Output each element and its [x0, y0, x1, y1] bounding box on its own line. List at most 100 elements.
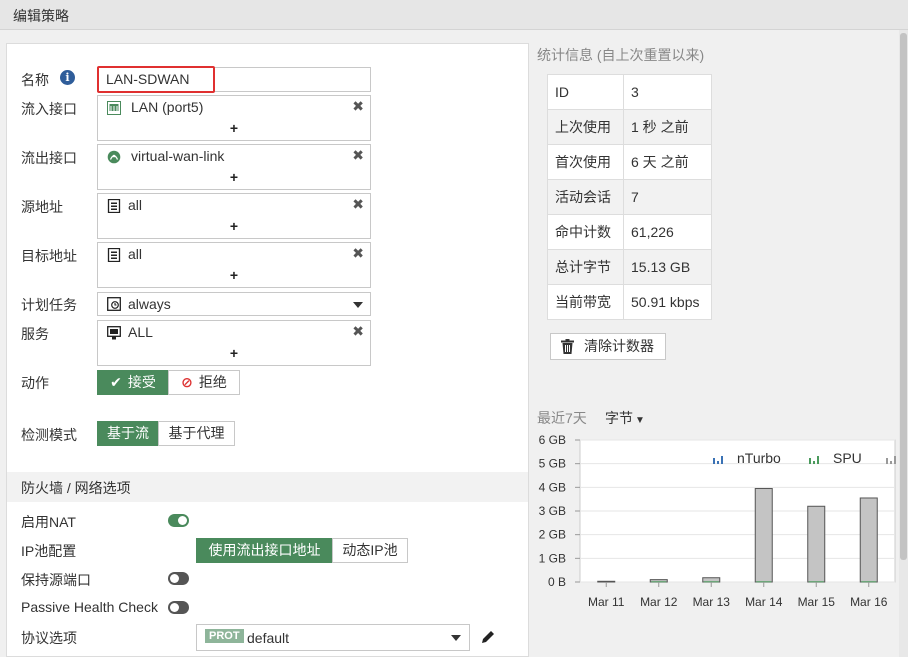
source-address-label: 源地址: [21, 199, 63, 215]
x-tick-label: Mar 14: [745, 595, 783, 609]
add-icon[interactable]: +: [98, 267, 370, 283]
add-icon[interactable]: +: [98, 169, 370, 185]
action-label: 动作: [21, 375, 49, 391]
nat-toggle[interactable]: [168, 514, 189, 527]
legend-more-icon: [890, 461, 892, 464]
y-tick-label: 1 GB: [539, 551, 566, 565]
incoming-interface-value: LAN (port5): [131, 99, 204, 115]
stat-value: 50.91 kbps: [623, 284, 712, 320]
deny-icon: ⊘: [181, 374, 193, 390]
protocol-options-label: 协议选项: [21, 630, 77, 646]
schedule-select[interactable]: always: [97, 292, 371, 316]
stat-value: 15.13 GB: [623, 249, 712, 285]
clear-counters-button[interactable]: 清除计数器: [550, 333, 666, 360]
service-value: ALL: [128, 324, 153, 340]
stats-title: 统计信息 (自上次重置以来): [537, 47, 705, 63]
legend-nturbo-label: nTurbo: [737, 450, 781, 466]
y-tick-label: 6 GB: [539, 433, 566, 447]
source-address-value: all: [128, 197, 143, 213]
incoming-interface-label: 流入接口: [21, 101, 77, 117]
schedule-value: always: [128, 296, 171, 312]
protocol-options-select[interactable]: PROT default: [196, 624, 470, 651]
stat-value: 6 天 之前: [623, 144, 712, 180]
service-field[interactable]: ALL ✖ +: [97, 320, 371, 366]
stat-key: 上次使用: [547, 109, 624, 145]
service-label: 服务: [21, 326, 49, 342]
edit-pencil-icon[interactable]: [480, 629, 496, 645]
remove-icon[interactable]: ✖: [352, 323, 364, 340]
traffic-chart: 0 B 1 GB 2 GB 3 GB 4 GB 5 GB 6 GB Mar 11 Mar 12 M…: [539, 433, 896, 609]
address-icon: [107, 248, 121, 262]
x-tick-label: Mar 15: [798, 595, 836, 609]
passive-health-label: Passive Health Check: [21, 599, 158, 615]
action-accept-label: 接受: [127, 374, 156, 390]
stat-key: 当前带宽: [547, 284, 624, 320]
firewall-section-header: 防火墙 / 网络选项: [7, 472, 528, 502]
x-tick-label: Mar 11: [588, 595, 625, 609]
table-row: ID 3: [547, 74, 712, 110]
add-icon[interactable]: +: [98, 120, 370, 136]
legend-spu-icon: [817, 456, 819, 464]
stat-key: 首次使用: [547, 144, 624, 180]
check-icon: ✔: [110, 374, 122, 390]
bar-total: [859, 497, 878, 583]
table-row: 命中计数 61,226: [547, 214, 712, 250]
protocol-badge: PROT: [205, 629, 244, 643]
x-tick-label: Mar 16: [850, 595, 888, 609]
clear-counters-label: 清除计数器: [584, 338, 654, 354]
ip-pool-dynamic-button[interactable]: 动态IP池: [332, 538, 408, 563]
stats-table: ID 3 上次使用 1 秒 之前 首次使用 6 天 之前 活动会话 7 命中计数 61,2…: [547, 74, 712, 320]
name-input-value[interactable]: LAN-SDWAN: [97, 66, 215, 93]
chart-unit-value: 字节: [605, 410, 633, 426]
table-row: 总计字节 15.13 GB: [547, 249, 712, 285]
inspection-proxy-button[interactable]: 基于代理: [158, 421, 235, 446]
remove-icon[interactable]: ✖: [352, 245, 364, 262]
remove-icon[interactable]: ✖: [352, 147, 364, 164]
window-titlebar: 编辑策略: [0, 0, 908, 30]
window-title: 编辑策略: [13, 8, 69, 24]
bar-total: [807, 505, 826, 583]
stat-key: ID: [547, 74, 624, 110]
protocol-value: default: [247, 630, 290, 646]
name-label: 名称: [21, 72, 49, 88]
info-icon[interactable]: i: [60, 70, 75, 85]
x-tick-label: Mar 12: [640, 595, 678, 609]
source-address-field[interactable]: all ✖ +: [97, 193, 371, 239]
legend-spu-icon: [809, 458, 811, 464]
stat-key: 活动会话: [547, 179, 624, 215]
destination-address-field[interactable]: all ✖ +: [97, 242, 371, 288]
outgoing-interface-value: virtual-wan-link: [131, 148, 225, 164]
table-row: 活动会话 7: [547, 179, 712, 215]
legend-spu-icon: [813, 461, 815, 464]
schedule-label: 计划任务: [21, 297, 77, 313]
table-row: 当前带宽 50.91 kbps: [547, 284, 712, 320]
chart-unit-dropdown[interactable]: 字节 ▼: [605, 408, 645, 428]
y-tick-label: 4 GB: [539, 480, 566, 494]
action-accept-button[interactable]: ✔ 接受: [97, 370, 169, 395]
remove-icon[interactable]: ✖: [352, 196, 364, 213]
service-icon: [107, 326, 121, 340]
firewall-section-title: 防火墙 / 网络选项: [21, 480, 131, 496]
preserve-port-toggle[interactable]: [168, 572, 189, 585]
stat-value: 3: [623, 74, 712, 110]
destination-address-label: 目标地址: [21, 248, 77, 264]
schedule-icon: [107, 297, 121, 311]
bar-total: [597, 580, 616, 583]
passive-health-toggle[interactable]: [168, 601, 189, 614]
inspection-flow-button[interactable]: 基于流: [97, 421, 159, 446]
table-row: 上次使用 1 秒 之前: [547, 109, 712, 145]
bar-total: [754, 488, 773, 583]
add-icon[interactable]: +: [98, 218, 370, 234]
legend-more-icon: [894, 456, 896, 464]
scrollbar-thumb[interactable]: [900, 33, 907, 560]
stat-key: 总计字节: [547, 249, 624, 285]
ip-pool-outgoing-button[interactable]: 使用流出接口地址: [196, 538, 333, 563]
chart-period-label: 最近7天: [537, 410, 587, 426]
action-deny-button[interactable]: ⊘ 拒绝: [168, 370, 240, 395]
incoming-interface-field[interactable]: LAN (port5) ✖ +: [97, 95, 371, 141]
preserve-port-label: 保持源端口: [21, 572, 91, 588]
remove-icon[interactable]: ✖: [352, 98, 364, 115]
y-tick-label: 3 GB: [539, 504, 566, 518]
outgoing-interface-field[interactable]: virtual-wan-link ✖ +: [97, 144, 371, 190]
add-icon[interactable]: +: [98, 345, 370, 361]
